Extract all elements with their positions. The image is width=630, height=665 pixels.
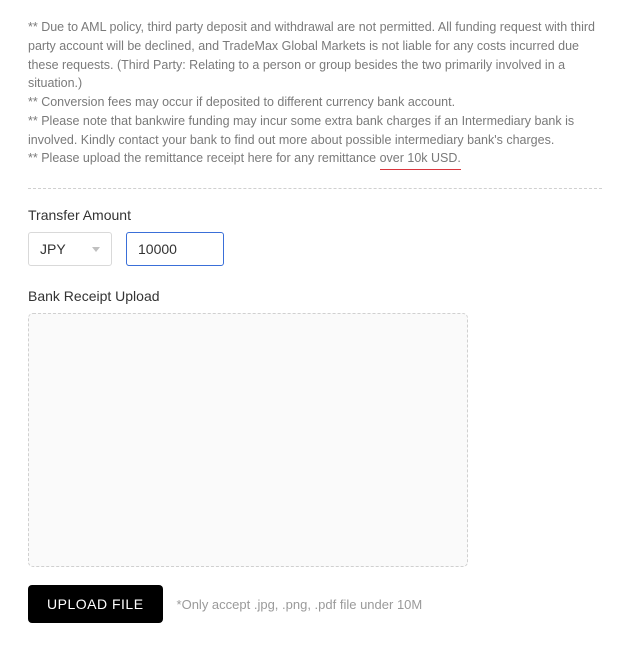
notice-line-2: ** Conversion fees may occur if deposite… (28, 93, 602, 112)
accept-note: *Only accept .jpg, .png, .pdf file under… (177, 597, 423, 612)
upload-file-button[interactable]: UPLOAD FILE (28, 585, 163, 623)
currency-value: JPY (40, 241, 66, 257)
bank-receipt-label: Bank Receipt Upload (28, 288, 602, 304)
currency-select[interactable]: JPY (28, 232, 112, 266)
chevron-down-icon (92, 247, 100, 252)
divider (28, 188, 602, 189)
amount-input[interactable] (126, 232, 224, 266)
notice-line-4: ** Please upload the remittance receipt … (28, 149, 602, 170)
receipt-upload-dropzone[interactable] (28, 313, 468, 567)
transfer-amount-label: Transfer Amount (28, 207, 602, 223)
notice-line-3: ** Please note that bankwire funding may… (28, 112, 602, 150)
notice-line-4-prefix: ** Please upload the remittance receipt … (28, 151, 380, 165)
policy-notice: ** Due to AML policy, third party deposi… (28, 18, 602, 170)
transfer-amount-row: JPY (28, 232, 602, 266)
notice-line-4-underlined: over 10k USD. (380, 149, 461, 170)
upload-row: UPLOAD FILE *Only accept .jpg, .png, .pd… (28, 585, 602, 623)
notice-line-1: ** Due to AML policy, third party deposi… (28, 18, 602, 93)
